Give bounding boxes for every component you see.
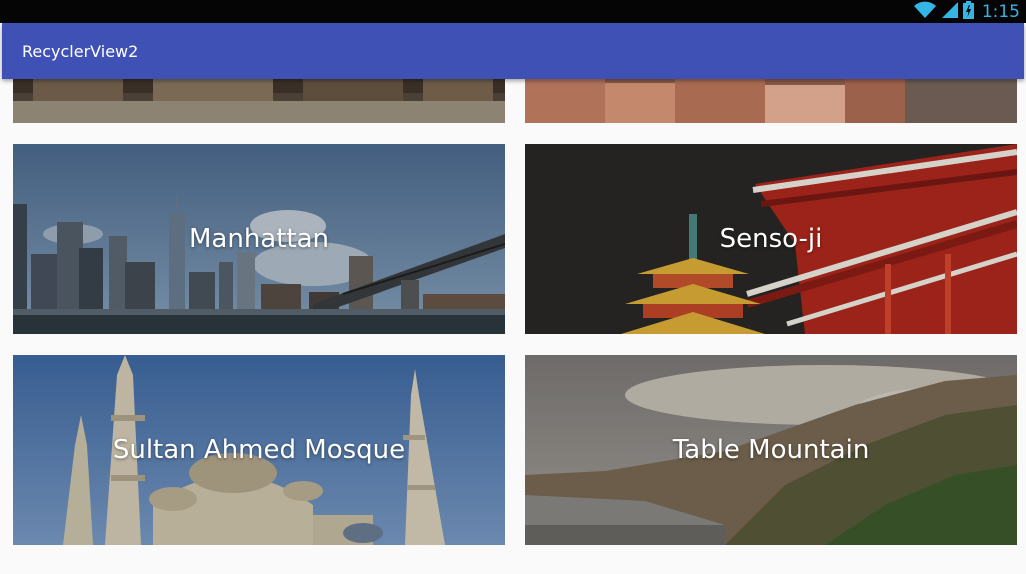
place-name: Table Mountain xyxy=(672,435,870,465)
battery-icon xyxy=(962,0,974,23)
wifi-icon xyxy=(913,1,937,23)
place-card[interactable]: Manhattan xyxy=(13,144,505,334)
place-image xyxy=(13,79,505,123)
recycler-view[interactable]: Manhattan Senso-ji Sultan Ahmed Mosque T… xyxy=(0,79,1026,574)
status-time: 1:15 xyxy=(981,1,1020,22)
place-name: Manhattan xyxy=(188,224,330,254)
place-card[interactable]: Sultan Ahmed Mosque xyxy=(13,355,505,545)
status-icons: 1:15 xyxy=(913,0,1020,23)
place-card[interactable]: Table Mountain xyxy=(525,355,1017,545)
app-title: RecyclerView2 xyxy=(22,42,139,61)
place-card[interactable] xyxy=(13,79,505,123)
place-card[interactable]: Senso-ji xyxy=(525,144,1017,334)
place-name: Senso-ji xyxy=(719,224,823,254)
place-image xyxy=(525,79,1017,123)
cell-signal-icon xyxy=(941,1,959,23)
place-name: Sultan Ahmed Mosque xyxy=(112,435,406,465)
app-bar: RecyclerView2 xyxy=(2,23,1024,79)
place-card[interactable] xyxy=(525,79,1017,123)
status-bar: 1:15 xyxy=(0,0,1026,23)
